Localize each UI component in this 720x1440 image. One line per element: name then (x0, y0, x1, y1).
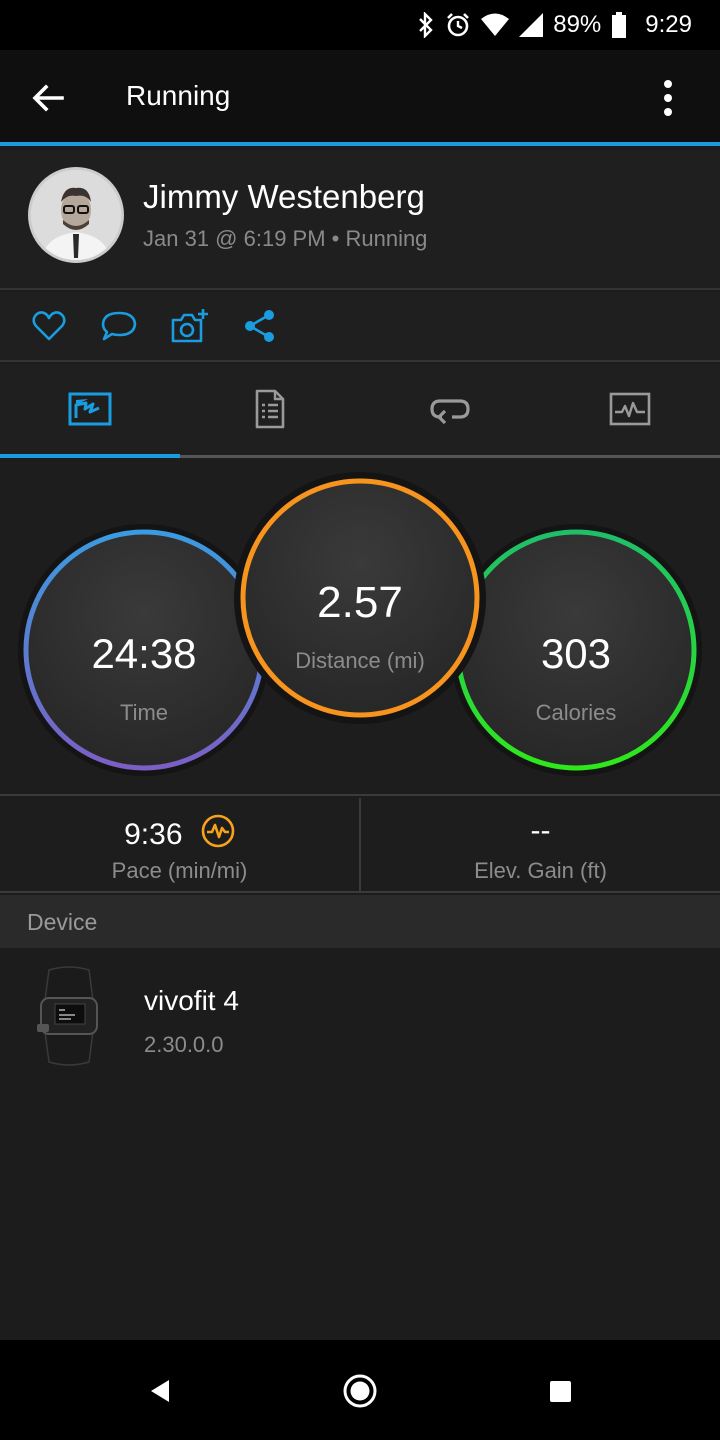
pace-value: 9:36 (124, 818, 183, 851)
time-stat: 24:38 Time (26, 532, 262, 768)
alarm-icon (445, 12, 471, 38)
activity-owner: Jimmy Westenberg Jan 31 @ 6:19 PM • Runn… (0, 150, 720, 290)
heart-icon[interactable] (31, 308, 67, 344)
app-bar: Running (0, 50, 720, 146)
activity-meta: Jan 31 @ 6:19 PM • Running (143, 226, 428, 251)
map-overview-icon (68, 391, 112, 432)
nav-back-icon[interactable] (143, 1374, 177, 1408)
activity-tabs (0, 364, 720, 458)
tab-charts[interactable] (540, 364, 720, 458)
tab-details[interactable] (180, 364, 360, 458)
page-title: Running (126, 80, 231, 111)
distance-stat: 2.57 Distance (mi) (242, 480, 478, 716)
status-bar: 89% 9:29 (0, 0, 720, 50)
secondary-metrics: 9:36 Pace (min/mi) -- Elev. Gain (ft) (0, 798, 720, 893)
elev-gain-metric[interactable]: -- Elev. Gain (ft) (361, 798, 720, 893)
time-label: Time (119, 700, 169, 725)
device-header-label: Device (27, 909, 98, 935)
back-arrow-icon[interactable] (28, 78, 68, 118)
calories-label: Calories (535, 700, 617, 725)
summary-rings: 24:38 Time 2.57 Distance (mi) 303 Calori… (0, 458, 720, 796)
more-vert-icon[interactable] (648, 78, 688, 118)
wifi-icon (481, 13, 510, 37)
system-nav-bar (0, 1340, 720, 1440)
device-image (35, 966, 103, 1066)
elev-gain-value: -- (530, 814, 551, 847)
battery-icon (611, 12, 627, 38)
elev-gain-label: Elev. Gain (ft) (474, 858, 607, 883)
bluetooth-icon (417, 12, 435, 38)
calories-stat: 303 Calories (458, 532, 694, 768)
device-name: vivofit 4 (144, 985, 239, 1016)
chart-icon (609, 392, 651, 431)
pace-metric[interactable]: 9:36 Pace (min/mi) (0, 798, 359, 893)
distance-value: 2.57 (317, 578, 403, 627)
calories-value: 303 (540, 630, 612, 677)
device-section-header: Device (0, 895, 720, 948)
avatar[interactable] (28, 167, 124, 263)
tab-laps[interactable] (360, 364, 540, 458)
device-row[interactable]: vivofit 4 2.30.0.0 (0, 948, 720, 1340)
signal-icon (519, 13, 544, 37)
pace-label: Pace (min/mi) (111, 858, 248, 883)
nav-recents-icon[interactable] (543, 1374, 577, 1408)
clock: 9:29 (645, 11, 692, 38)
comment-icon[interactable] (100, 308, 137, 344)
document-icon (255, 389, 285, 434)
device-version: 2.30.0.0 (144, 1032, 224, 1057)
tab-overview[interactable] (0, 364, 180, 458)
camera-plus-icon[interactable] (170, 308, 208, 344)
share-icon[interactable] (242, 308, 278, 344)
pace-zone-icon (201, 814, 235, 856)
user-name[interactable]: Jimmy Westenberg (143, 178, 425, 216)
laps-icon (428, 393, 472, 430)
activity-actions (0, 292, 720, 362)
distance-label: Distance (mi) (295, 648, 425, 673)
battery-text: 89% (553, 11, 602, 38)
time-value: 24:38 (91, 630, 197, 677)
nav-home-icon[interactable] (343, 1374, 377, 1408)
